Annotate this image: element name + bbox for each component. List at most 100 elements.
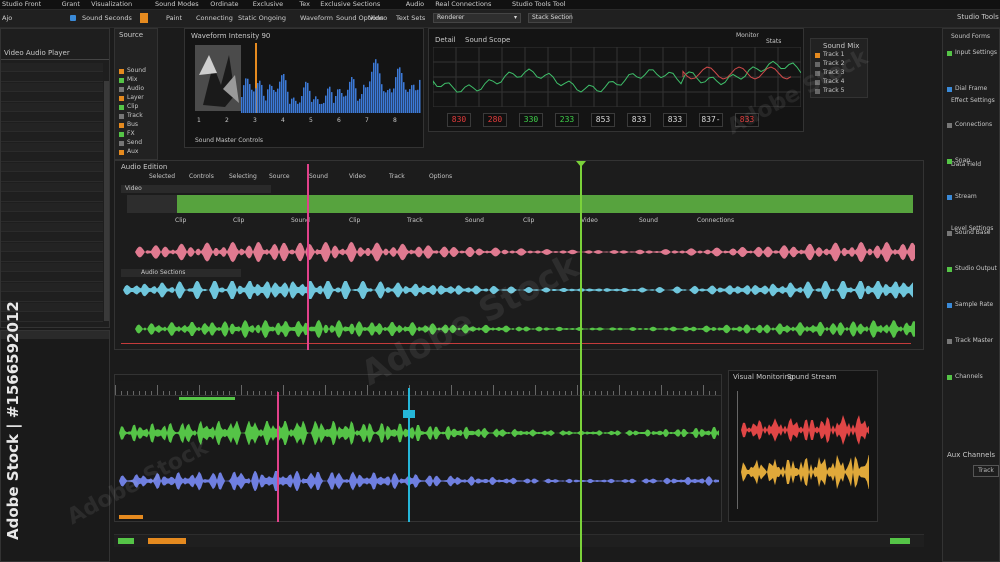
- lower-marker-cyan[interactable]: [408, 388, 410, 522]
- left-panel-row[interactable]: [1, 243, 103, 252]
- left-panel-row[interactable]: [1, 203, 103, 212]
- clip-label-3[interactable]: Clip: [349, 217, 360, 224]
- clip-label-4[interactable]: Track: [407, 217, 423, 224]
- menu-item-7[interactable]: Exclusive Sections: [320, 0, 380, 8]
- timeline-tab-2[interactable]: Selecting: [229, 173, 257, 180]
- right-row-2[interactable]: Connections: [955, 121, 992, 128]
- timeline-tab-7[interactable]: Options: [429, 173, 452, 180]
- right-row-9[interactable]: Channels: [955, 373, 983, 380]
- browser-item-6[interactable]: Bus: [127, 121, 138, 128]
- menu-item-2[interactable]: Visualization: [91, 0, 132, 8]
- stack-section-chip[interactable]: Stack Section: [528, 13, 573, 23]
- menu-item-6[interactable]: Tex: [299, 0, 310, 8]
- timeline-tab-6[interactable]: Track: [389, 173, 405, 180]
- menu-item-3[interactable]: Sound Modes: [155, 0, 199, 8]
- left-scrollbar[interactable]: [104, 81, 109, 321]
- toolbar-item-1[interactable]: Paint: [166, 13, 182, 23]
- browser-item-7[interactable]: FX: [127, 130, 135, 137]
- browser-item-1[interactable]: Mix: [127, 76, 137, 83]
- marker-pink[interactable]: [307, 164, 309, 350]
- browser-item-3[interactable]: Layer: [127, 94, 144, 101]
- timeline-tab-0[interactable]: Selected: [149, 173, 175, 180]
- region-marker[interactable]: [179, 397, 235, 400]
- toolbar-item-6[interactable]: Video: [369, 13, 387, 23]
- toolbar-item-7[interactable]: Text Sets: [396, 13, 425, 23]
- right-lower-box[interactable]: Track: [973, 465, 999, 477]
- timeline-tab-1[interactable]: Controls: [189, 173, 214, 180]
- right-row-0[interactable]: Input Settings: [955, 49, 997, 56]
- left-panel-row[interactable]: [1, 273, 103, 282]
- timeline-tab-5[interactable]: Video: [349, 173, 366, 180]
- lower-ruler[interactable]: [115, 381, 721, 396]
- left-panel-row[interactable]: [1, 143, 103, 152]
- clip-label-9[interactable]: Connections: [697, 217, 734, 224]
- menu-item-8[interactable]: Audio: [406, 0, 424, 8]
- renderer-dropdown[interactable]: Renderer ▾: [433, 13, 521, 23]
- mini-item-3[interactable]: Track 4: [823, 78, 844, 85]
- lower-marker-pink[interactable]: [277, 392, 279, 522]
- record-button[interactable]: [140, 13, 148, 23]
- left-panel-row[interactable]: [1, 233, 103, 242]
- browser-item-2[interactable]: Audio: [127, 85, 144, 92]
- right-row-7[interactable]: Sample Rate: [955, 301, 993, 308]
- left-panel-row[interactable]: [1, 73, 103, 82]
- audio-icon[interactable]: [70, 15, 76, 21]
- browser-item-0[interactable]: Sound: [127, 67, 146, 74]
- left-panel-row[interactable]: [1, 163, 103, 172]
- cyan-marker-handle[interactable]: [403, 410, 415, 418]
- left-panel-row[interactable]: [1, 223, 103, 232]
- left-panel-row[interactable]: [1, 153, 103, 162]
- right-row-3[interactable]: Snap: [955, 157, 970, 164]
- video-track-clip[interactable]: [127, 195, 913, 213]
- left-panel-row[interactable]: [1, 113, 103, 122]
- left-panel-row[interactable]: [1, 283, 103, 292]
- toolbar-item-3[interactable]: Static Ongoing: [238, 13, 286, 23]
- bottom-orange-range[interactable]: [148, 538, 186, 544]
- timeline-tab-4[interactable]: Sound: [309, 173, 328, 180]
- right-row-6[interactable]: Studio Output: [955, 265, 997, 272]
- clip-label-1[interactable]: Clip: [233, 217, 244, 224]
- left-panel-row[interactable]: [1, 123, 103, 132]
- right-row-4[interactable]: Stream: [955, 193, 977, 200]
- left-panel-row[interactable]: [1, 83, 103, 92]
- right-row-1[interactable]: Dial Frame: [955, 85, 987, 92]
- left-panel-row[interactable]: [1, 133, 103, 142]
- mini-item-0[interactable]: Track 1: [823, 51, 844, 58]
- clip-label-0[interactable]: Clip: [175, 217, 186, 224]
- mini-item-2[interactable]: Track 3: [823, 69, 844, 76]
- menu-item-10[interactable]: Studio Tools Tool: [512, 0, 565, 8]
- clip-label-7[interactable]: Video: [581, 217, 598, 224]
- menu-item-5[interactable]: Exclusive: [253, 0, 283, 8]
- mini-item-1[interactable]: Track 2: [823, 60, 844, 67]
- left-panel-row[interactable]: [1, 213, 103, 222]
- browser-item-4[interactable]: Clip: [127, 103, 138, 110]
- left-panel-row[interactable]: [1, 183, 103, 192]
- menu-item-0[interactable]: Studio Front: [2, 0, 41, 8]
- browser-item-5[interactable]: Track: [127, 112, 143, 119]
- timeline-tab-3[interactable]: Source: [269, 173, 290, 180]
- left-panel-row[interactable]: [1, 193, 103, 202]
- mini-item-4[interactable]: Track 5: [823, 87, 844, 94]
- menu-item-1[interactable]: Grant: [62, 0, 80, 8]
- lower-range-marker[interactable]: [119, 515, 143, 519]
- toolbar-item-4[interactable]: Waveform: [300, 13, 333, 23]
- browser-item-8[interactable]: Send: [127, 139, 142, 146]
- left-panel-row[interactable]: [1, 103, 103, 112]
- left-panel-row[interactable]: [1, 93, 103, 102]
- clip-label-6[interactable]: Clip: [523, 217, 534, 224]
- right-row-5[interactable]: Sound Base: [955, 229, 990, 236]
- toolbar-item-2[interactable]: Connecting: [196, 13, 233, 23]
- clip-label-5[interactable]: Sound: [465, 217, 484, 224]
- menu-item-9[interactable]: Real Connections: [435, 0, 491, 8]
- left-panel-row[interactable]: [1, 173, 103, 182]
- bottom-green-indicator[interactable]: [118, 538, 134, 544]
- left-panel-row[interactable]: [1, 63, 103, 72]
- browser-item-9[interactable]: Aux: [127, 148, 138, 155]
- left-panel-row[interactable]: [1, 253, 103, 262]
- bottom-right-indicator[interactable]: [890, 538, 910, 544]
- right-row-8[interactable]: Track Master: [955, 337, 993, 344]
- toolbar-item-0[interactable]: Sound Seconds: [82, 13, 132, 23]
- menu-item-4[interactable]: Ordinate: [210, 0, 238, 8]
- clip-label-8[interactable]: Sound: [639, 217, 658, 224]
- left-panel-row[interactable]: [1, 263, 103, 272]
